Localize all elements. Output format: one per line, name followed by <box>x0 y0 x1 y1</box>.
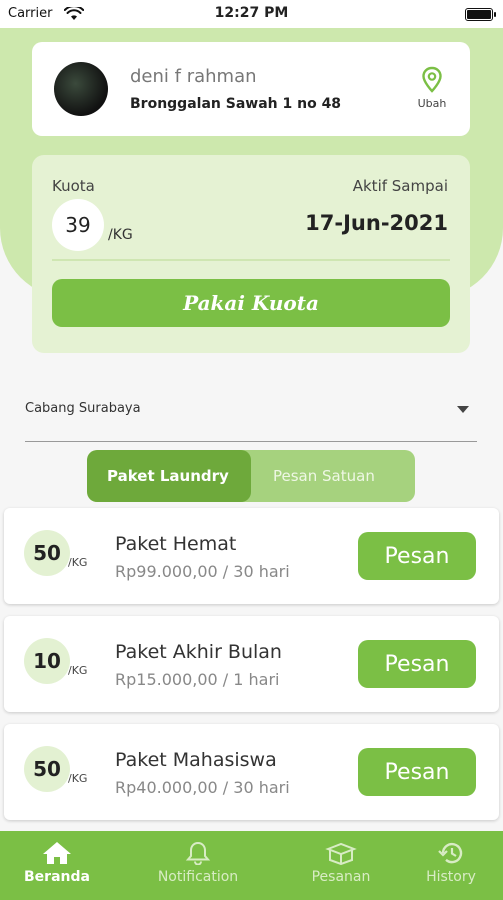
nav-item-notification[interactable]: Notification <box>143 841 253 885</box>
order-button[interactable]: Pesan <box>358 640 476 688</box>
package-card: 10 /KG Paket Akhir Bulan Rp15.000,00 / 1… <box>4 616 499 712</box>
nav-label-history: History <box>426 869 476 885</box>
quota-card: Kuota Aktif Sampai 39 /KG 17-Jun-2021 Pa… <box>32 155 470 353</box>
nav-label-pesanan: Pesanan <box>311 869 371 885</box>
tab-paket-laundry[interactable]: Paket Laundry <box>87 450 251 502</box>
nav-label-notification: Notification <box>157 869 239 885</box>
package-price: Rp40.000,00 / 30 hari <box>115 778 290 797</box>
user-name: deni f rahman <box>130 66 257 87</box>
package-price: Rp99.000,00 / 30 hari <box>115 562 290 581</box>
quota-label: Kuota <box>52 177 95 195</box>
package-kg-value: 50 <box>24 746 70 792</box>
battery-icon <box>465 8 496 21</box>
clock: 12:27 PM <box>214 5 289 21</box>
tab-pesan-satuan[interactable]: Pesan Satuan <box>251 450 415 502</box>
box-icon <box>325 842 357 865</box>
quota-unit: /KG <box>108 227 133 243</box>
nav-item-history[interactable]: History <box>396 841 503 885</box>
order-button[interactable]: Pesan <box>358 532 476 580</box>
home-icon <box>43 842 71 864</box>
package-type-tabs: Pesan Satuan Paket Laundry <box>87 450 415 502</box>
change-location-label: Ubah <box>417 97 447 110</box>
branch-dropdown[interactable]: Cabang Surabaya <box>25 392 477 442</box>
package-name: Paket Hemat <box>115 533 237 555</box>
bell-icon <box>185 841 211 865</box>
quota-value: 39 <box>52 199 104 251</box>
user-address: Bronggalan Sawah 1 no 48 <box>130 96 342 112</box>
nav-label-beranda: Beranda <box>24 869 90 885</box>
nav-item-pesanan[interactable]: Pesanan <box>286 841 396 885</box>
package-kg-unit: /KG <box>68 664 88 677</box>
order-button[interactable]: Pesan <box>358 748 476 796</box>
active-until-label: Aktif Sampai <box>352 177 448 195</box>
package-name: Paket Mahasiswa <box>115 749 277 771</box>
change-location-button[interactable]: Ubah <box>412 66 452 110</box>
dropdown-arrow-icon <box>457 406 469 413</box>
package-name: Paket Akhir Bulan <box>115 641 282 663</box>
package-kg-unit: /KG <box>68 772 88 785</box>
profile-card: deni f rahman Bronggalan Sawah 1 no 48 U… <box>32 42 470 136</box>
package-kg-unit: /KG <box>68 556 88 569</box>
bottom-navigation: Beranda Notification Pesanan History <box>0 831 503 900</box>
package-kg-value: 50 <box>24 530 70 576</box>
nav-item-beranda[interactable]: Beranda <box>2 841 112 885</box>
branch-selected-value: Cabang Surabaya <box>25 401 141 416</box>
package-price: Rp15.000,00 / 1 hari <box>115 670 280 689</box>
active-until-date: 17-Jun-2021 <box>305 211 448 235</box>
status-bar: Carrier 12:27 PM <box>0 0 503 28</box>
location-pin-icon <box>422 66 442 93</box>
package-card: 50 /KG Paket Mahasiswa Rp40.000,00 / 30 … <box>4 724 499 820</box>
use-quota-button[interactable]: Pakai Kuota <box>52 279 450 327</box>
divider <box>52 259 450 261</box>
history-icon <box>438 842 463 864</box>
package-card: 50 /KG Paket Hemat Rp99.000,00 / 30 hari… <box>4 508 499 604</box>
avatar[interactable] <box>54 62 108 116</box>
package-kg-value: 10 <box>24 638 70 684</box>
